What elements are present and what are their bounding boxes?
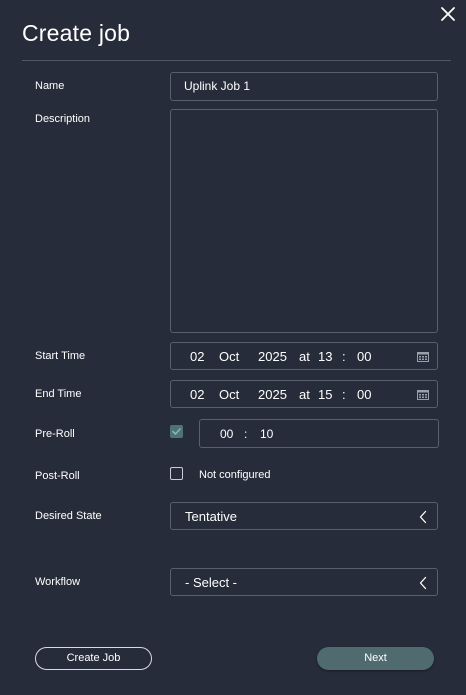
start-minute[interactable]: 00 [357, 349, 371, 364]
start-at-label: at [299, 349, 310, 364]
pre-roll-duration-input[interactable]: 00 : 10 [199, 419, 439, 448]
chevron-left-icon[interactable] [419, 576, 427, 590]
title-divider [22, 60, 451, 61]
desired-state-label: Desired State [35, 510, 102, 522]
end-time-picker[interactable]: 02 Oct 2025 at 15 : 00 [170, 380, 438, 408]
post-roll-label: Post-Roll [35, 470, 80, 482]
desired-state-value: Tentative [185, 509, 238, 524]
start-time-picker[interactable]: 02 Oct 2025 at 13 : 00 [170, 342, 438, 370]
description-label: Description [35, 113, 91, 125]
workflow-label: Workflow [35, 576, 81, 588]
name-input[interactable]: Uplink Job 1 [170, 72, 438, 101]
end-hour[interactable]: 15 [318, 387, 332, 402]
start-time-label: Start Time [35, 350, 86, 362]
next-button[interactable]: Next [317, 647, 434, 670]
description-textarea[interactable] [170, 109, 438, 333]
name-label: Name [35, 80, 65, 92]
pre-roll-minutes[interactable]: 00 [220, 427, 233, 441]
desired-state-select[interactable]: Tentative [170, 502, 438, 530]
check-icon [172, 428, 181, 435]
start-day[interactable]: 02 [190, 349, 204, 364]
post-roll-checkbox[interactable] [170, 467, 183, 480]
post-roll-status: Not configured [199, 469, 271, 481]
dialog-title: Create job [22, 20, 131, 46]
pre-roll-checkbox[interactable] [170, 425, 183, 438]
start-month[interactable]: Oct [219, 349, 239, 364]
chevron-left-icon[interactable] [419, 510, 427, 524]
end-month[interactable]: Oct [219, 387, 239, 402]
calendar-icon[interactable] [417, 389, 429, 400]
end-time-label: End Time [35, 388, 82, 400]
end-year[interactable]: 2025 [258, 387, 287, 402]
pre-roll-seconds[interactable]: 10 [260, 427, 273, 441]
start-colon: : [342, 349, 346, 364]
end-colon: : [342, 387, 346, 402]
workflow-value: - Select - [185, 575, 238, 590]
end-day[interactable]: 02 [190, 387, 204, 402]
end-at-label: at [299, 387, 310, 402]
create-job-dialog: Create job Name Uplink Job 1 Description… [0, 0, 466, 695]
start-year[interactable]: 2025 [258, 349, 287, 364]
workflow-select[interactable]: - Select - [170, 568, 438, 596]
pre-roll-colon: : [244, 427, 248, 441]
end-minute[interactable]: 00 [357, 387, 371, 402]
close-icon[interactable] [438, 4, 458, 24]
start-hour[interactable]: 13 [318, 349, 332, 364]
create-job-button[interactable]: Create Job [35, 647, 152, 670]
pre-roll-label: Pre-Roll [35, 428, 75, 440]
calendar-icon[interactable] [417, 351, 429, 362]
